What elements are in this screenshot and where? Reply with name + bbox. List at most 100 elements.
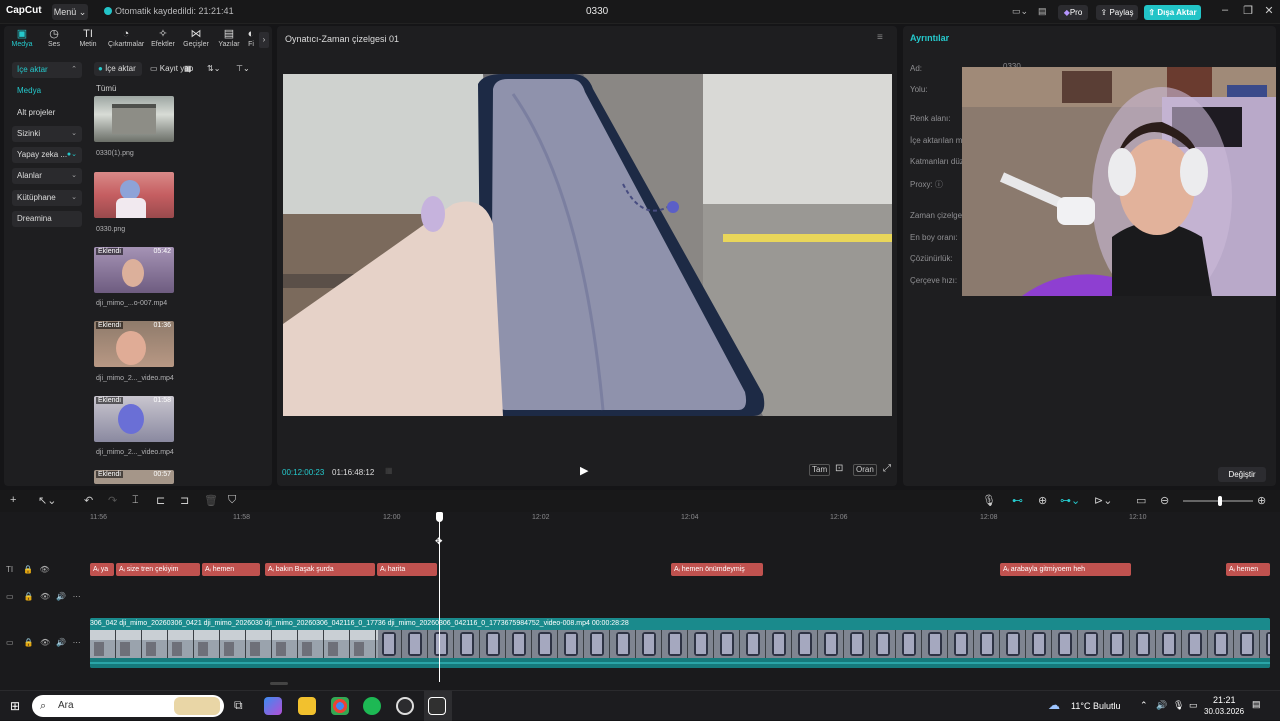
minimize-icon[interactable]: –: [1218, 4, 1232, 16]
eye-icon[interactable]: 👁: [40, 565, 50, 574]
tab-filters[interactable]: ◐ Fi: [244, 28, 258, 52]
trim-left-icon[interactable]: ⊏: [156, 494, 165, 507]
sidebar-item-dreamina[interactable]: Dreamina: [12, 211, 82, 227]
close-icon[interactable]: ✕: [1262, 4, 1276, 17]
import-button[interactable]: ● İçe aktar: [94, 62, 142, 76]
media-thumbnail[interactable]: Eklendi 01:36: [94, 321, 174, 367]
maximize-icon[interactable]: ❐: [1241, 4, 1255, 17]
timeline[interactable]: 11:56 11:58 12:00 12:02 12:04 12:06 12:0…: [0, 512, 1280, 690]
timecode-settings-icon[interactable]: ▦: [385, 466, 393, 475]
time-ruler[interactable]: 11:56 11:58 12:00 12:02 12:04 12:06 12:0…: [90, 512, 1280, 524]
fullscreen-button[interactable]: Tam: [809, 464, 831, 476]
subtitle-clip[interactable]: Aᵢ size tren çekiyim: [116, 563, 200, 576]
battery-icon[interactable]: ▭: [1189, 700, 1198, 711]
screenshot-icon[interactable]: ⊡: [835, 463, 843, 474]
lock-icon[interactable]: 🔒: [24, 638, 34, 647]
video-preview[interactable]: [283, 74, 892, 416]
notification-icon[interactable]: ▤: [1252, 699, 1261, 710]
snap-icon[interactable]: ⊕: [1038, 494, 1047, 507]
subtitle-clip[interactable]: Aᵢ hemen önümdeymiş: [671, 563, 763, 576]
export-button[interactable]: ⇧ Dışa Aktar: [1144, 5, 1201, 20]
volume-icon[interactable]: 🔊: [1156, 700, 1167, 711]
player-menu-icon[interactable]: ≡: [877, 32, 883, 43]
subtitle-clip[interactable]: Aᵢ arabayla gitmiyoem heh: [1000, 563, 1131, 576]
video-clip[interactable]: 306_042 dji_mimo_20260306_0421 dji_mimo_…: [90, 618, 1270, 668]
windows-start-icon[interactable]: ⊞: [10, 699, 20, 713]
lock-icon[interactable]: 🔒: [24, 592, 34, 601]
preview-axis-icon[interactable]: ⊶⌄: [1060, 494, 1080, 507]
ai-split-icon[interactable]: ⊳⌄: [1094, 494, 1112, 507]
media-thumbnail[interactable]: Eklendi 01:58: [94, 396, 174, 442]
add-track-icon[interactable]: +: [10, 494, 16, 506]
tab-effects[interactable]: ✧ Efektler: [147, 28, 179, 52]
speaker-icon[interactable]: 🔊: [56, 592, 66, 601]
tab-captions[interactable]: ▤ Yazılar: [213, 28, 245, 52]
undo-icon[interactable]: ↶: [84, 494, 93, 507]
tab-transitions[interactable]: ⋈ Geçişler: [180, 28, 212, 52]
grid-view-icon[interactable]: ▦: [184, 62, 192, 76]
pro-button[interactable]: ◆Pro: [1058, 5, 1088, 20]
shortcuts-icon[interactable]: ▤: [1038, 6, 1047, 17]
select-tool-icon[interactable]: ↖⌄: [38, 494, 56, 507]
expand-icon[interactable]: ⤢: [883, 463, 891, 474]
more-icon[interactable]: ⋯: [73, 638, 81, 647]
weather-text[interactable]: 11°C Bulutlu: [1071, 701, 1120, 711]
media-thumbnail[interactable]: Eklendi 05:42: [94, 247, 174, 293]
sidebar-item-library[interactable]: Kütüphane ⌄: [12, 190, 82, 206]
zoom-slider-handle[interactable]: [1218, 496, 1222, 506]
tabs-scroll-right[interactable]: ›: [259, 32, 269, 48]
delete-icon[interactable]: 🗑: [204, 494, 218, 507]
menu-button[interactable]: Menü ⌄: [52, 4, 88, 20]
more-icon[interactable]: ⋯: [73, 592, 81, 601]
microphone-icon[interactable]: 🎙: [982, 494, 996, 507]
copilot-icon[interactable]: [264, 697, 282, 715]
sidebar-item-media[interactable]: Medya: [12, 83, 82, 99]
obs-icon[interactable]: [396, 697, 414, 715]
change-button[interactable]: Değiştir: [1218, 467, 1266, 482]
marker-icon[interactable]: ⛉: [228, 494, 236, 507]
subtitle-clip[interactable]: Aᵢ bakın Başak şurda: [265, 563, 375, 576]
media-thumbnail[interactable]: [94, 96, 174, 142]
media-thumbnail[interactable]: [94, 172, 174, 218]
zoom-in-icon[interactable]: ⊕: [1257, 494, 1266, 507]
speaker-icon[interactable]: 🔊: [56, 638, 66, 647]
share-button[interactable]: ⇪ Paylaş: [1096, 5, 1138, 20]
subtitle-clip[interactable]: Aᵢ hemen: [202, 563, 260, 576]
clock-date[interactable]: 30.03.2026: [1204, 707, 1244, 716]
play-button[interactable]: ▶: [580, 464, 588, 477]
tab-audio[interactable]: ◷ Ses: [38, 28, 70, 52]
filter-icon[interactable]: ⊤⌄: [236, 62, 250, 76]
tray-chevron-icon[interactable]: ⌃: [1140, 700, 1148, 711]
taskbar-search[interactable]: ⌕ Ara: [32, 695, 224, 717]
subtitle-clip[interactable]: Aᵢ hemen: [1226, 563, 1270, 576]
sidebar-item-ai[interactable]: Yapay zeka ... ●⌄: [12, 147, 82, 163]
split-icon[interactable]: ⌶: [132, 494, 139, 507]
sidebar-item-subprojects[interactable]: Alt projeler: [12, 105, 82, 121]
file-explorer-icon[interactable]: [298, 697, 316, 715]
fit-icon[interactable]: ▭: [1136, 494, 1146, 507]
tab-text[interactable]: TI Metin: [72, 28, 104, 52]
ratio-button[interactable]: Oran: [853, 464, 877, 476]
trim-right-icon[interactable]: ⊐: [180, 494, 189, 507]
clock-time[interactable]: 21:21: [1213, 695, 1236, 705]
tab-media[interactable]: ▣ Medya: [6, 28, 38, 52]
layout-icon[interactable]: ▭⌄: [1012, 6, 1028, 17]
sidebar-item-spaces[interactable]: Alanlar ⌄: [12, 168, 82, 184]
eye-icon[interactable]: 👁: [40, 592, 50, 601]
lock-icon[interactable]: 🔒: [23, 565, 33, 574]
tab-stickers[interactable]: ◔ Çıkartmalar: [108, 28, 144, 52]
microphone-tray-icon[interactable]: 🎙: [1173, 700, 1184, 711]
redo-icon[interactable]: ↷: [108, 494, 117, 507]
sort-icon[interactable]: ⇅⌄: [207, 62, 220, 76]
task-view-icon[interactable]: ⧉: [234, 698, 243, 713]
subtitle-clip[interactable]: Aᵢ ya: [90, 563, 114, 576]
sidebar-item-import[interactable]: İçe aktar ⌃: [12, 62, 82, 78]
eye-icon[interactable]: 👁: [40, 638, 50, 647]
timeline-scrollbar[interactable]: [270, 682, 288, 685]
subtitle-clip[interactable]: Aᵢ harita: [377, 563, 437, 576]
link-icon[interactable]: ⊷: [1012, 494, 1023, 507]
sidebar-item-yours[interactable]: Sizinki ⌄: [12, 126, 82, 142]
zoom-out-icon[interactable]: ⊖: [1160, 494, 1169, 507]
media-thumbnail[interactable]: Eklendi 00:57: [94, 470, 174, 484]
weather-icon[interactable]: ☁: [1048, 698, 1060, 712]
